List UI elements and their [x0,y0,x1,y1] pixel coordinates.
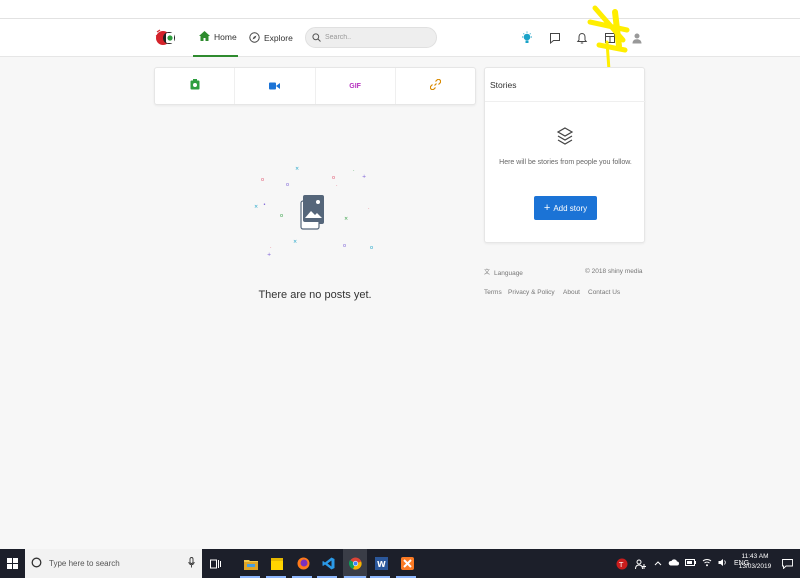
language-selector[interactable]: 文 Language [484,268,523,278]
add-video-button[interactable] [235,68,316,104]
footer-link-privacy[interactable]: Privacy & Policy [508,289,555,296]
chrome-icon[interactable] [346,554,364,573]
svg-text:·: · [353,168,355,174]
svg-text:o: o [370,245,373,251]
svg-text:×: × [254,204,258,210]
compass-icon [249,31,260,45]
search-bar[interactable] [305,27,437,48]
chat-bubble-icon[interactable] [548,31,562,45]
user-avatar-icon[interactable] [630,31,644,45]
stories-card: Stories Here will be stories from people… [484,67,646,243]
lightbulb-icon[interactable] [520,31,534,45]
vscode-icon[interactable] [319,554,337,573]
divider [485,101,646,102]
cortana-icon [31,557,42,570]
microphone-icon[interactable] [188,557,195,570]
xampp-icon[interactable] [398,554,416,573]
taskbar-clock[interactable]: 11:43 AM 13/03/2019 [735,552,775,572]
site-logo[interactable] [155,29,177,47]
footer-link-about[interactable]: About [563,289,580,296]
home-icon [199,31,210,43]
bell-icon[interactable] [575,31,589,45]
battery-icon[interactable] [685,559,696,568]
search-icon [312,29,321,47]
footer-link-contact[interactable]: Contact Us [588,289,620,296]
post-type-bar: GIF [154,67,476,105]
translate-icon: 文 [484,268,492,278]
nav-explore-label: Explore [264,33,293,43]
copyright-text: © 2018 shiny media [585,268,643,275]
camera-icon [190,77,200,95]
empty-feed-message: There are no posts yet. [258,289,372,301]
svg-text:·: · [336,183,338,189]
svg-text:×: × [295,166,299,172]
footer-link-terms[interactable]: Terms [484,289,502,296]
chevron-up-icon[interactable] [654,560,662,568]
volume-icon[interactable] [718,558,728,569]
notifications-icon[interactable] [778,554,796,573]
svg-text:T: T [618,561,624,569]
svg-text:o: o [286,182,289,188]
svg-text:×: × [344,216,348,222]
svg-text:+: + [267,252,271,258]
video-camera-icon [269,77,281,95]
svg-text:o: o [332,175,335,181]
add-story-label: Add story [553,203,588,213]
svg-text:+: + [362,174,366,180]
add-gif-button[interactable]: GIF [316,68,396,104]
add-story-button[interactable]: + Add story [534,196,597,220]
file-explorer-icon[interactable] [242,554,260,573]
word-icon[interactable]: W [372,554,390,573]
clock-time: 11:43 AM [741,553,769,560]
sticky-notes-icon[interactable] [268,554,286,573]
svg-text:·: · [270,245,272,251]
firefox-icon[interactable] [294,554,312,573]
windows-taskbar: Type here to search W T ENG 11:43 AM 13/… [0,549,800,578]
svg-text:o: o [343,243,346,249]
nav-home[interactable]: Home [193,19,238,57]
taskbar-search[interactable]: Type here to search [25,549,202,578]
tray-app-icon[interactable]: T [613,554,631,573]
gif-label: GIF [349,82,361,90]
stories-title: Stories [490,80,517,90]
wifi-icon[interactable] [702,558,712,569]
plus-icon: + [543,202,551,214]
nav-explore[interactable]: Explore [249,19,293,57]
layout-icon[interactable] [603,31,617,45]
link-icon [429,77,442,95]
taskbar-search-placeholder: Type here to search [49,559,120,568]
svg-text:×: × [293,239,297,245]
people-icon[interactable] [632,554,650,573]
clock-date: 13/03/2019 [738,563,772,570]
empty-feed-illustration: × o o o · + · × • o × · × · + o o [250,165,380,265]
add-photo-button[interactable] [155,68,236,104]
search-input[interactable] [325,34,435,41]
svg-text:o: o [261,177,264,183]
svg-text:•: • [263,202,266,208]
svg-text:o: o [280,213,283,219]
svg-text:W: W [377,560,386,569]
language-label: Language [494,269,523,277]
windows-start-icon[interactable] [3,554,21,573]
task-view-icon[interactable] [206,554,224,573]
cloud-icon[interactable] [668,559,679,568]
browser-top-strip [0,0,800,19]
nav-home-label: Home [214,32,237,42]
svg-text:·: · [368,206,370,212]
add-link-button[interactable] [396,68,475,104]
top-navbar: Home Explore [0,19,800,57]
layers-icon [556,126,574,146]
svg-text:文: 文 [484,268,490,276]
stories-empty-message: Here will be stories from people you fol… [499,159,632,166]
